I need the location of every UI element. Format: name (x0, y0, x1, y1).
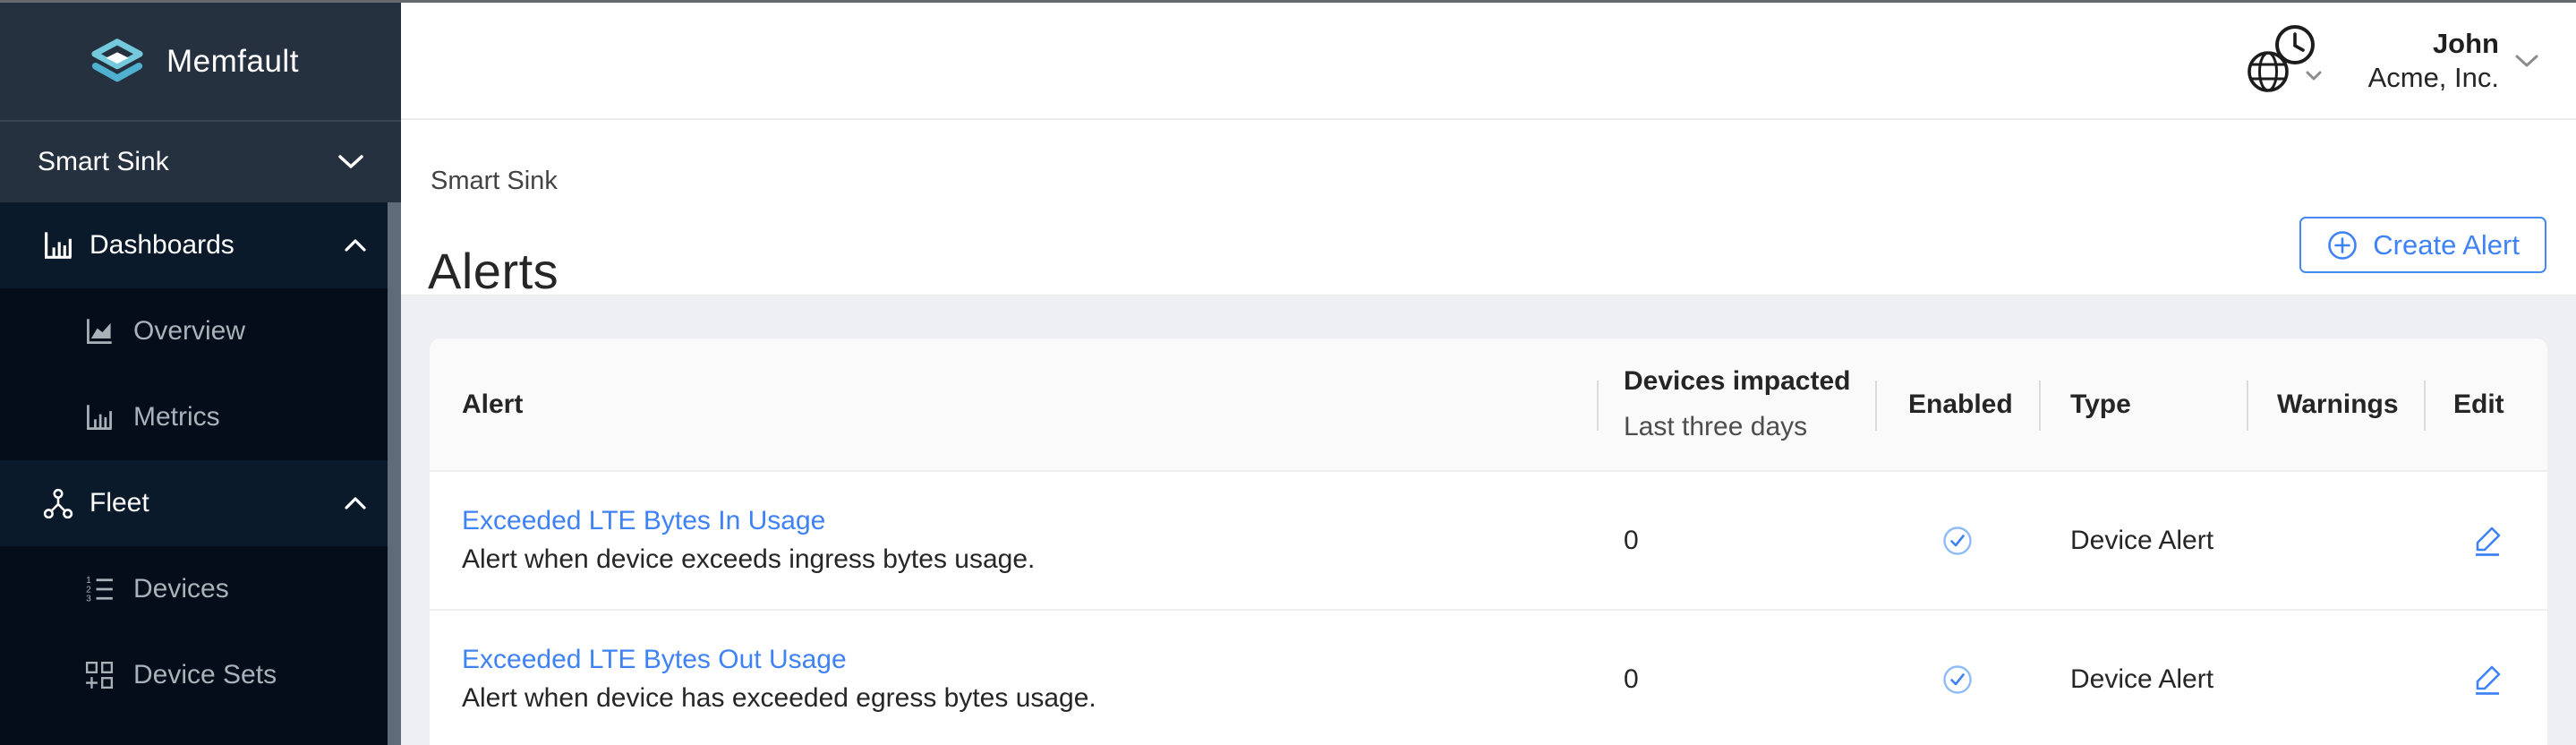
column-header-type: Type (2039, 338, 2247, 470)
alert-type: Device Alert (2070, 525, 2214, 555)
edit-cell (2424, 664, 2547, 696)
alert-name-link[interactable]: Exceeded LTE Bytes Out Usage (462, 643, 1597, 677)
chevron-down-icon (337, 153, 365, 171)
column-header-enabled: Enabled (1875, 338, 2039, 470)
sidebar-item-devices[interactable]: 1 2 3 Devices (0, 546, 401, 632)
bar-chart-icon (43, 230, 73, 261)
column-header-edit: Edit (2424, 338, 2547, 470)
alert-description: Alert when device has exceeded egress by… (462, 683, 1096, 713)
table-header-row: Alert Devices impacted Last three days E… (430, 338, 2547, 472)
app-screen: Memfault Smart Sink Dashboards Overview … (0, 0, 2576, 745)
devices-impacted-value: 0 (1624, 525, 1639, 555)
sidebar: Memfault Smart Sink Dashboards Overview … (0, 3, 401, 745)
cluster-icon (43, 488, 73, 518)
column-subheader-last-three-days: Last three days (1624, 412, 1808, 441)
user-texts: John Acme, Inc. (2368, 27, 2499, 95)
sidebar-filler (0, 718, 401, 745)
alerts-table-card: Alert Devices impacted Last three days E… (430, 338, 2547, 745)
timezone-selector[interactable] (2241, 22, 2327, 99)
sidebar-item-overview[interactable]: Overview (0, 288, 401, 374)
sidebar-item-label: Overview (133, 316, 246, 346)
enabled-cell (1875, 664, 2039, 695)
sidebar-item-device-sets[interactable]: Device Sets (0, 632, 401, 718)
page-header: Smart Sink Alerts Create Alert (401, 120, 2576, 299)
sidebar-item-label: Metrics (133, 402, 220, 432)
column-header-devices-impacted: Devices impacted Last three days (1597, 338, 1875, 470)
globe-clock-icon (2241, 22, 2327, 99)
svg-text:3: 3 (86, 595, 91, 604)
topbar: John Acme, Inc. (401, 3, 2576, 120)
brand-name: Memfault (166, 43, 299, 79)
column-header-alert: Alert (462, 389, 524, 419)
breadcrumb[interactable]: Smart Sink (431, 167, 558, 196)
sidebar-item-metrics[interactable]: Metrics (0, 374, 401, 460)
sidebar-menu: Dashboards Overview Metrics Fleet 1 2 3 … (0, 202, 401, 745)
org-name: Acme, Inc. (2367, 61, 2499, 93)
table-row: Exceeded LTE Bytes Out Usage Alert when … (430, 611, 2547, 745)
project-selector-label: Smart Sink (38, 147, 169, 176)
area-chart-icon (85, 317, 114, 346)
page-title: Alerts (428, 243, 559, 299)
sidebar-scrollbar[interactable] (388, 202, 401, 745)
edit-cell (2424, 525, 2547, 557)
sidebar-item-dashboards[interactable]: Dashboards (0, 202, 401, 288)
sidebar-item-label: Device Sets (133, 660, 277, 689)
brand[interactable]: Memfault (0, 3, 401, 120)
table-row: Exceeded LTE Bytes In Usage Alert when d… (430, 472, 2547, 611)
sidebar-item-label: Fleet (90, 488, 149, 518)
bar-chart-icon (85, 403, 114, 432)
sidebar-item-label: Devices (133, 574, 229, 604)
alert-description: Alert when device exceeds ingress bytes … (462, 544, 1036, 574)
create-alert-button[interactable]: Create Alert (2299, 217, 2546, 273)
user-name: John (2432, 27, 2499, 59)
alert-cell: Exceeded LTE Bytes Out Usage Alert when … (430, 643, 1597, 715)
alert-type: Device Alert (2070, 664, 2214, 694)
check-circle-icon (1942, 526, 1973, 556)
chevron-up-icon (344, 238, 367, 253)
alert-cell: Exceeded LTE Bytes In Usage Alert when d… (430, 504, 1597, 577)
content-area: Alert Devices impacted Last three days E… (401, 295, 2576, 745)
check-circle-icon (1942, 664, 1973, 695)
project-selector[interactable]: Smart Sink (0, 120, 401, 202)
memfault-logo-icon (90, 37, 145, 87)
column-header-warnings: Warnings (2247, 338, 2424, 470)
user-menu[interactable]: John Acme, Inc. (2368, 27, 2540, 95)
edit-pencil-icon[interactable] (2472, 664, 2503, 696)
sidebar-item-label: Dashboards (90, 230, 235, 260)
sidebar-item-fleet[interactable]: Fleet (0, 460, 401, 546)
devices-impacted-value: 0 (1624, 664, 1639, 694)
enabled-cell (1875, 526, 2039, 556)
appstore-add-icon (85, 661, 114, 689)
chevron-up-icon (344, 496, 367, 510)
main-content: Smart Sink Alerts Create Alert Alert Dev… (401, 120, 2576, 745)
chevron-down-icon (2513, 53, 2540, 69)
create-alert-label: Create Alert (2373, 228, 2520, 261)
edit-pencil-icon[interactable] (2472, 525, 2503, 557)
ordered-list-icon: 1 2 3 (85, 575, 114, 604)
alert-name-link[interactable]: Exceeded LTE Bytes In Usage (462, 504, 1597, 538)
plus-circle-icon (2326, 229, 2358, 261)
window-top-edge (0, 0, 2576, 3)
